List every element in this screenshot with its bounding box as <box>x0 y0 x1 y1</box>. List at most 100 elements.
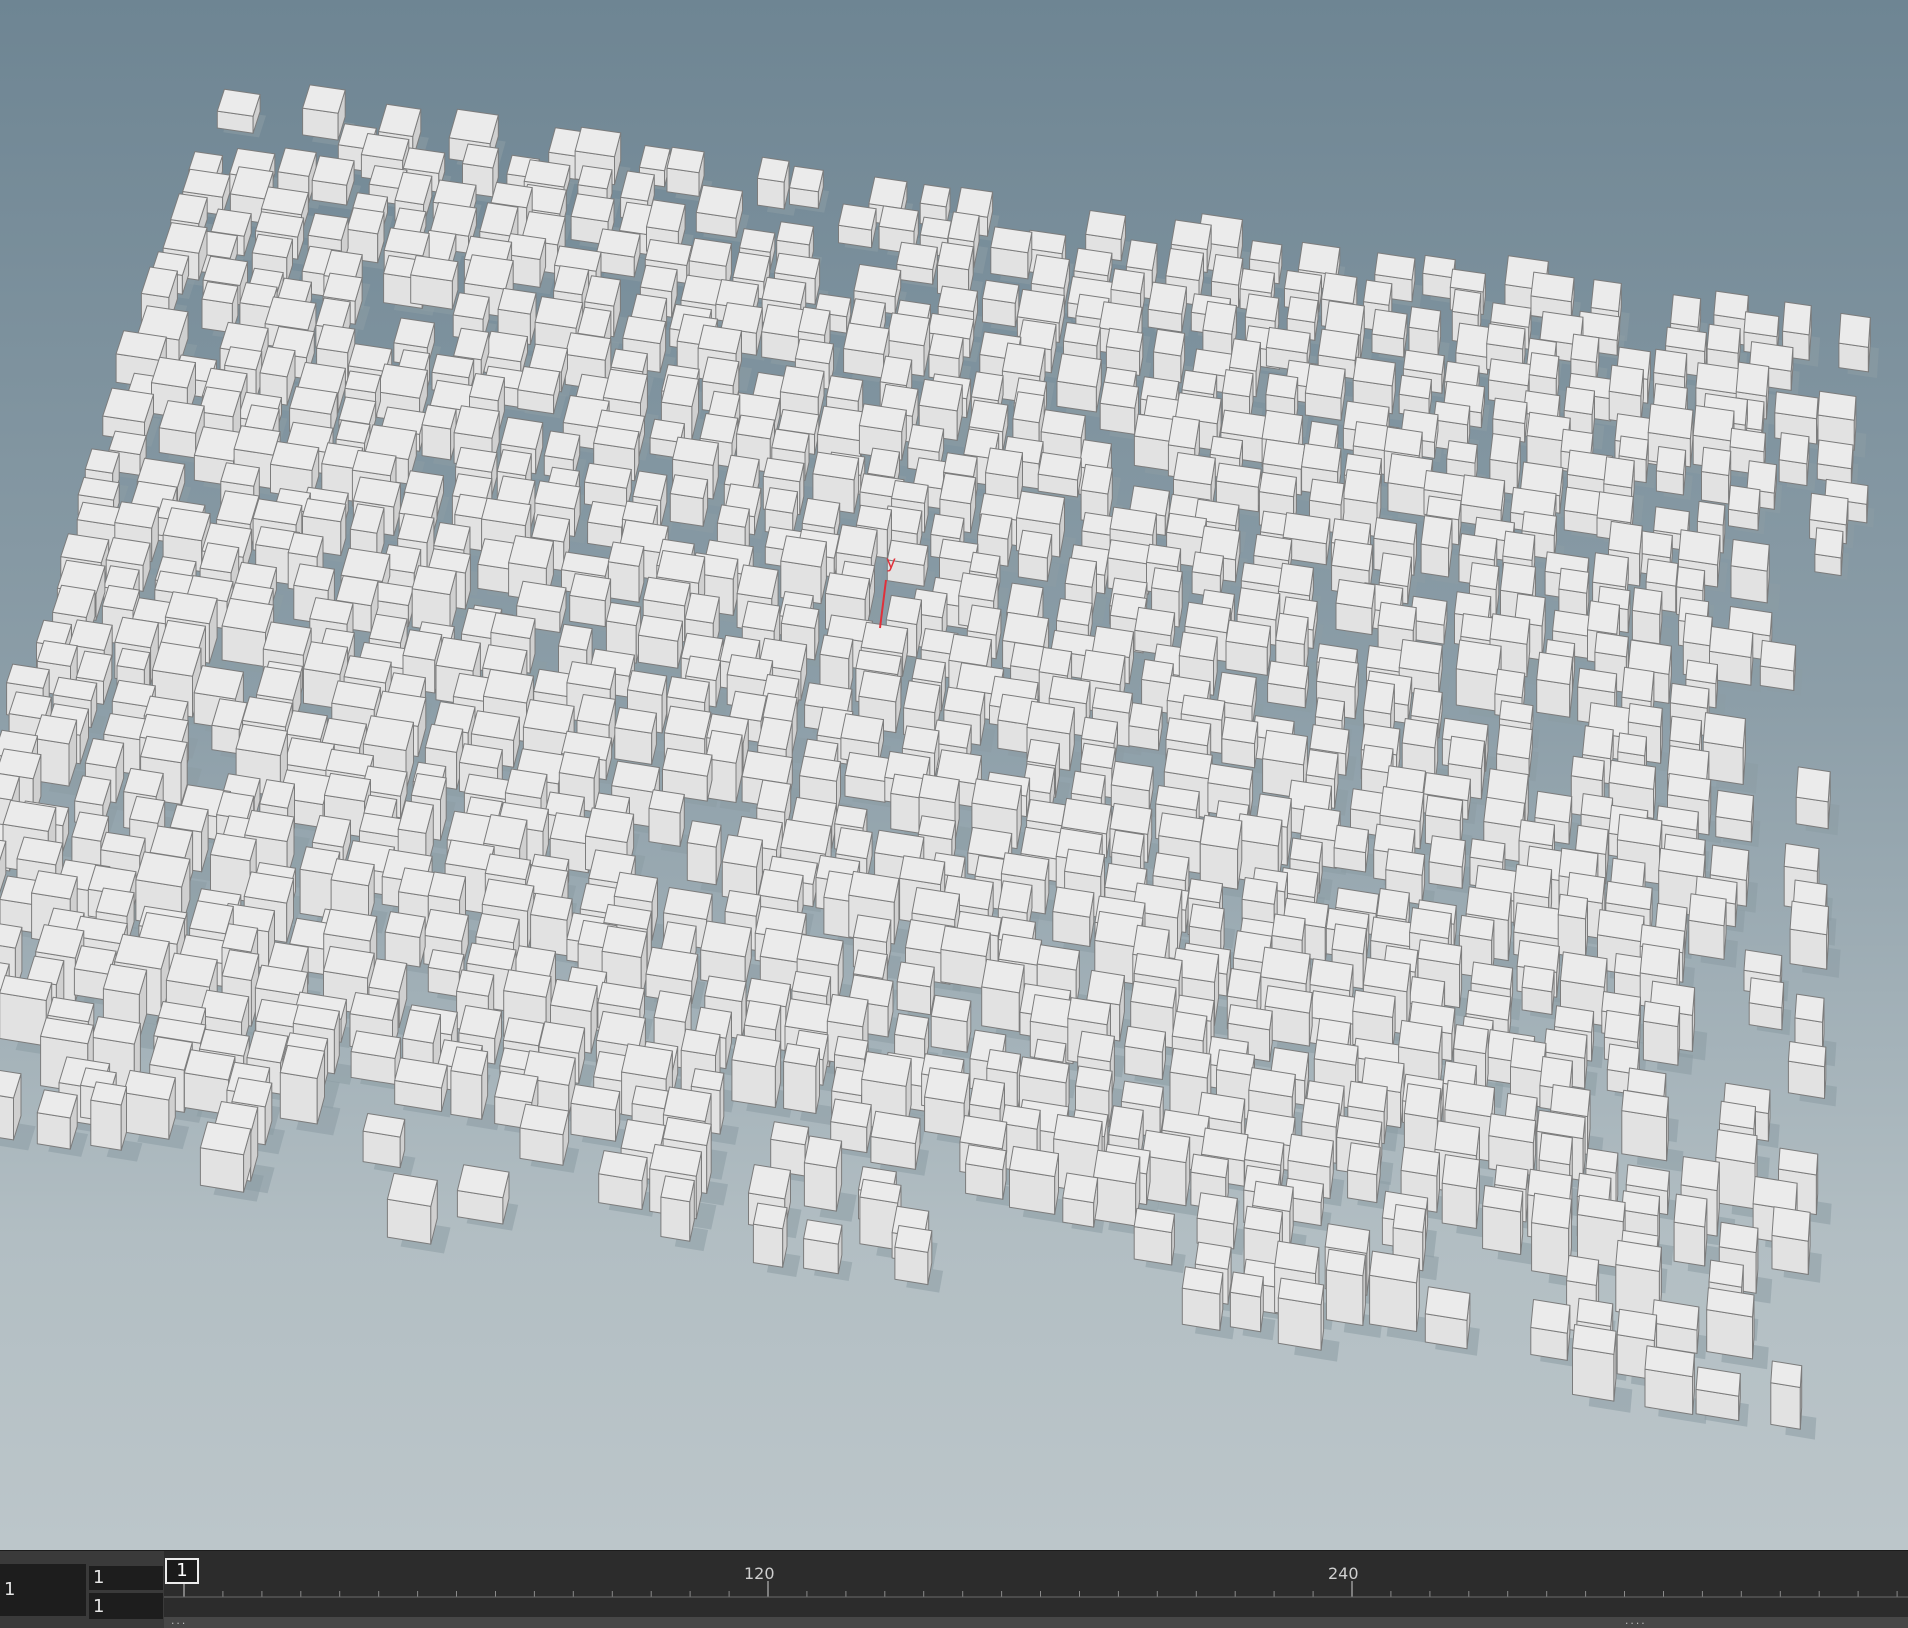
box-face-front <box>1770 1382 1801 1430</box>
box-face-top <box>1603 456 1635 489</box>
box-face-top <box>1441 1154 1480 1190</box>
box-face-top <box>1300 805 1341 842</box>
box-face-top <box>84 448 120 474</box>
box-face-top <box>1596 491 1634 524</box>
frame-cursor[interactable]: 1 <box>165 1558 199 1584</box>
box-face-top <box>1408 306 1442 332</box>
box-face-top <box>1317 328 1360 361</box>
box-face-top <box>966 604 1002 636</box>
box-face-top <box>287 532 324 558</box>
box-face-top <box>1056 598 1093 626</box>
box-face-top <box>246 1030 289 1064</box>
box-face-top <box>393 317 435 349</box>
box-face-top <box>1688 893 1727 927</box>
box-face-top <box>574 126 622 158</box>
box-face-top <box>1617 732 1647 757</box>
end-frame-field[interactable]: 1 <box>89 1593 163 1619</box>
range-handle-end[interactable]: .... <box>1624 1617 1646 1628</box>
start-frame-field[interactable]: 1 <box>89 1566 163 1590</box>
box-face-top <box>1575 824 1609 855</box>
box-face-top <box>639 145 671 172</box>
current-frame-field[interactable]: 1 <box>0 1564 86 1616</box>
box-face-top <box>1133 413 1174 442</box>
box-face-front <box>0 992 47 1047</box>
box-face-front <box>1771 1234 1809 1275</box>
box-face-top <box>1398 639 1443 675</box>
box-face-top <box>1680 1156 1720 1192</box>
box-face-top <box>1730 539 1770 572</box>
box-face-front <box>752 1223 784 1268</box>
box-face-top <box>852 914 892 943</box>
box-face-front <box>1482 1205 1522 1255</box>
box-face-top <box>1816 439 1854 470</box>
box-face-top <box>1236 587 1281 621</box>
box-face-front <box>1838 342 1869 373</box>
box-face-front <box>1673 1221 1706 1267</box>
box-face-top <box>36 1089 78 1119</box>
box-face-top <box>202 255 248 286</box>
box-face-top <box>1770 1360 1803 1388</box>
box-face-top <box>1608 520 1643 555</box>
box-face-top <box>1594 631 1629 658</box>
box-face-top <box>663 705 712 740</box>
box-face-top <box>1409 907 1452 939</box>
box-face-top <box>919 216 952 240</box>
box-face-top <box>1289 837 1323 864</box>
box-face-front <box>1369 1274 1417 1332</box>
box-face-top <box>224 346 263 371</box>
box-face-top <box>632 470 668 501</box>
box-face-top <box>867 447 900 478</box>
box-face-top <box>1428 835 1466 868</box>
box-face-top <box>534 296 584 329</box>
box-face-top <box>1229 338 1261 372</box>
box-face-top <box>1530 1299 1571 1334</box>
box-face-top <box>1483 796 1526 828</box>
box-face-top <box>998 933 1043 966</box>
box-face-top <box>502 1017 545 1047</box>
box-face-top <box>1249 240 1283 264</box>
box-face-top <box>344 370 381 394</box>
range-slider[interactable]: ... .... <box>164 1617 1908 1628</box>
box-face-front <box>199 1147 245 1193</box>
box-face-top <box>684 592 720 624</box>
box-face-top <box>748 1164 791 1200</box>
box-face-top <box>1587 600 1620 635</box>
box-face-top <box>1502 530 1536 561</box>
box-face-front <box>0 1095 14 1141</box>
box-face-top <box>149 825 194 859</box>
box-face-top <box>475 913 520 944</box>
box-face-top <box>1383 426 1423 457</box>
box-face-top <box>1173 452 1216 486</box>
box-face-top <box>221 923 259 953</box>
box-face-top <box>1783 843 1820 872</box>
box-face-top <box>605 602 642 627</box>
box-face-top <box>1277 562 1314 597</box>
box-face-top <box>463 254 514 290</box>
box-face-top <box>538 1021 586 1054</box>
box-face-top <box>483 668 534 704</box>
box-face-top <box>911 657 946 684</box>
box-face-top <box>1006 582 1044 618</box>
box-face-top <box>1645 558 1679 587</box>
box-face-top <box>362 715 414 751</box>
box-face-top <box>450 1046 489 1076</box>
box-face-top <box>622 315 667 345</box>
box-face-front <box>607 561 640 603</box>
box-face-top <box>757 716 793 751</box>
box-face-top <box>1221 716 1259 745</box>
box-face-top <box>943 686 986 716</box>
box-face-top <box>801 497 841 529</box>
scene-canvas[interactable] <box>0 0 1908 1550</box>
box-face-top <box>901 725 940 754</box>
range-handle-start[interactable]: ... <box>170 1617 186 1628</box>
box-face-top <box>376 363 428 399</box>
box-face-top <box>435 636 481 672</box>
box-face-top <box>1500 561 1536 596</box>
box-face-top <box>517 366 561 396</box>
scene-viewport[interactable]: y <box>0 0 1908 1550</box>
box-face-top <box>835 827 873 860</box>
box-face-top <box>1536 651 1573 685</box>
box-face-top <box>1631 587 1663 615</box>
box-face-top <box>1795 766 1831 803</box>
box-face-top <box>852 949 888 979</box>
